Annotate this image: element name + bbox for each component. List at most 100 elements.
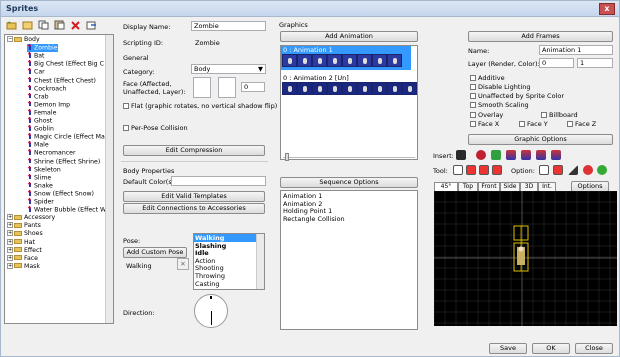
frame-thumbnail[interactable] [282, 54, 297, 67]
frame-option-checkbox[interactable]: Additive [470, 74, 505, 82]
timeline-slider-thumb[interactable] [285, 153, 289, 161]
move-tool-icon[interactable] [466, 165, 476, 175]
expand-toggle-icon[interactable]: + [7, 254, 13, 261]
insert-cube-icon[interactable] [491, 150, 501, 160]
frame-thumbnail[interactable] [327, 54, 342, 67]
frame-option-checkbox[interactable]: Unaffected by Sprite Color [470, 92, 564, 100]
graphic-options-button[interactable]: Graphic Options [468, 134, 613, 145]
frame-name-input[interactable]: Animation 1 [539, 45, 613, 55]
face-z-checkbox[interactable]: Face Z [567, 120, 596, 128]
display-name-input[interactable]: Zombie [191, 21, 266, 31]
pose-item[interactable]: Casting [194, 280, 256, 288]
save-button[interactable]: Save [489, 343, 527, 354]
frame-thumbnail[interactable] [342, 54, 357, 67]
pose-list[interactable]: Walking Slashing Idle Action Shooting Throwin… [193, 233, 265, 290]
edit-connections-button[interactable]: Edit Connections to Accessories [123, 203, 265, 214]
face-x-checkbox[interactable]: Face X [470, 120, 499, 128]
record-icon[interactable] [583, 165, 593, 175]
tree-item[interactable]: Water Bubble (Effect W [27, 206, 106, 214]
tree-item[interactable]: Female [27, 108, 56, 117]
frame-thumbnail[interactable] [297, 82, 312, 95]
tree-item[interactable]: Snake [27, 181, 53, 190]
tree-item[interactable]: Chest (Effect Chest) [27, 76, 96, 85]
per-pose-collision-checkbox[interactable]: Per-Pose Collision [123, 124, 188, 132]
tree-item[interactable]: Skeleton [27, 165, 61, 174]
magnet-icon[interactable] [553, 165, 563, 175]
frame-thumbnail[interactable] [312, 82, 327, 95]
insert-point-icon[interactable] [506, 150, 516, 160]
insert-frame-icon[interactable] [456, 150, 466, 160]
open-folder-icon[interactable] [21, 19, 34, 31]
ok-button[interactable]: OK [532, 343, 570, 354]
delete-icon[interactable] [69, 19, 82, 31]
tree-folder[interactable]: + Shoes [7, 230, 43, 238]
layer-render-input[interactable]: 0 [539, 58, 574, 68]
face-layer-input[interactable]: 0 [241, 82, 265, 92]
tree-folder[interactable]: + Effect [7, 246, 42, 255]
add-custom-pose-button[interactable]: Add Custom Pose [123, 247, 187, 258]
tree-item[interactable]: Car [27, 68, 45, 76]
export-icon[interactable] [85, 19, 98, 31]
overlay-checkbox[interactable]: Overlay [470, 111, 503, 119]
rotate-tool-icon[interactable] [479, 165, 489, 175]
paste-icon[interactable] [53, 19, 66, 31]
sequence-options-button[interactable]: Sequence Options [280, 177, 418, 188]
sprite-tree[interactable]: − Body Zombie Bat Big Chest (Effect Big C Car… [4, 34, 114, 324]
tree-item[interactable]: Big Chest (Effect Big C [27, 60, 104, 68]
expand-toggle-icon[interactable]: + [7, 246, 13, 253]
expand-toggle-icon[interactable]: + [7, 230, 13, 237]
play-icon[interactable] [597, 165, 607, 175]
tree-folder[interactable]: + Face [7, 254, 38, 263]
insert-poly-icon[interactable] [536, 150, 546, 160]
face-unaffected-slot[interactable] [218, 77, 236, 98]
direction-dial[interactable] [194, 294, 228, 328]
default-colors-input[interactable] [171, 176, 266, 186]
expand-toggle-icon[interactable]: + [7, 238, 13, 245]
tree-item[interactable]: Zombie [27, 44, 58, 53]
frame-option-checkbox[interactable]: Smooth Scaling [470, 101, 529, 109]
grid-toggle-icon[interactable] [539, 165, 549, 175]
face-y-checkbox[interactable]: Face Y [519, 120, 548, 128]
frame-thumbnail[interactable] [342, 82, 357, 95]
frame-thumbnail[interactable] [387, 82, 402, 95]
new-folder-icon[interactable]: + [5, 19, 18, 31]
tree-folder[interactable]: + Accessory [7, 214, 55, 222]
copy-icon[interactable] [37, 19, 50, 31]
frame-option-checkbox[interactable]: Disable Lighting [470, 83, 530, 91]
edit-compression-button[interactable]: Edit Compression [123, 145, 265, 156]
tree-item[interactable]: Slime [27, 173, 51, 182]
tree-item[interactable]: Crab [27, 92, 49, 101]
close-window-button[interactable]: x [599, 3, 615, 15]
frame-thumbnail[interactable] [357, 82, 372, 95]
frame-thumbnail[interactable] [387, 54, 402, 67]
pose-list-scrollbar[interactable] [256, 234, 264, 289]
frame-thumbnail[interactable] [372, 54, 387, 67]
tree-item[interactable]: Ghost [27, 117, 52, 125]
frame-thumbnail[interactable] [297, 54, 312, 67]
expand-toggle-icon[interactable]: + [7, 262, 13, 269]
select-tool-icon[interactable] [453, 165, 463, 175]
tree-folder[interactable]: + Hat [7, 238, 35, 247]
tree-folder[interactable]: + Pants [7, 222, 41, 230]
sequence-item[interactable]: Rectangle Collision [283, 215, 345, 223]
tree-item[interactable]: Male [27, 141, 49, 149]
tree-item[interactable]: Cockroach [27, 84, 66, 93]
expand-toggle-icon[interactable]: + [7, 222, 13, 229]
sequence-list[interactable]: Animation 1 Animation 2 Holding Point 1 Rec… [280, 190, 418, 330]
tree-item[interactable]: Shrine (Effect Shrine) [27, 157, 100, 166]
tree-folder[interactable]: − Body [7, 36, 40, 44]
insert-circle-icon[interactable] [476, 150, 486, 160]
frame-thumbnail[interactable] [327, 82, 342, 95]
tree-item[interactable]: Necromancer [27, 149, 76, 157]
frame-thumbnail[interactable] [402, 82, 417, 95]
layer-color-input[interactable]: 1 [577, 58, 613, 68]
animation-2-label[interactable]: 0 : Animation 2 [Un] [283, 74, 349, 82]
preview-canvas[interactable] [434, 191, 617, 326]
pose-name-field[interactable]: Walking [123, 261, 175, 271]
close-button[interactable]: Close [575, 343, 613, 354]
frame-thumbnail[interactable] [357, 54, 372, 67]
billboard-checkbox[interactable]: Billboard [541, 111, 578, 119]
frame-thumbnail[interactable] [282, 82, 297, 95]
frame-thumbnail[interactable] [372, 82, 387, 95]
tree-folder[interactable]: + Mask [7, 262, 40, 271]
